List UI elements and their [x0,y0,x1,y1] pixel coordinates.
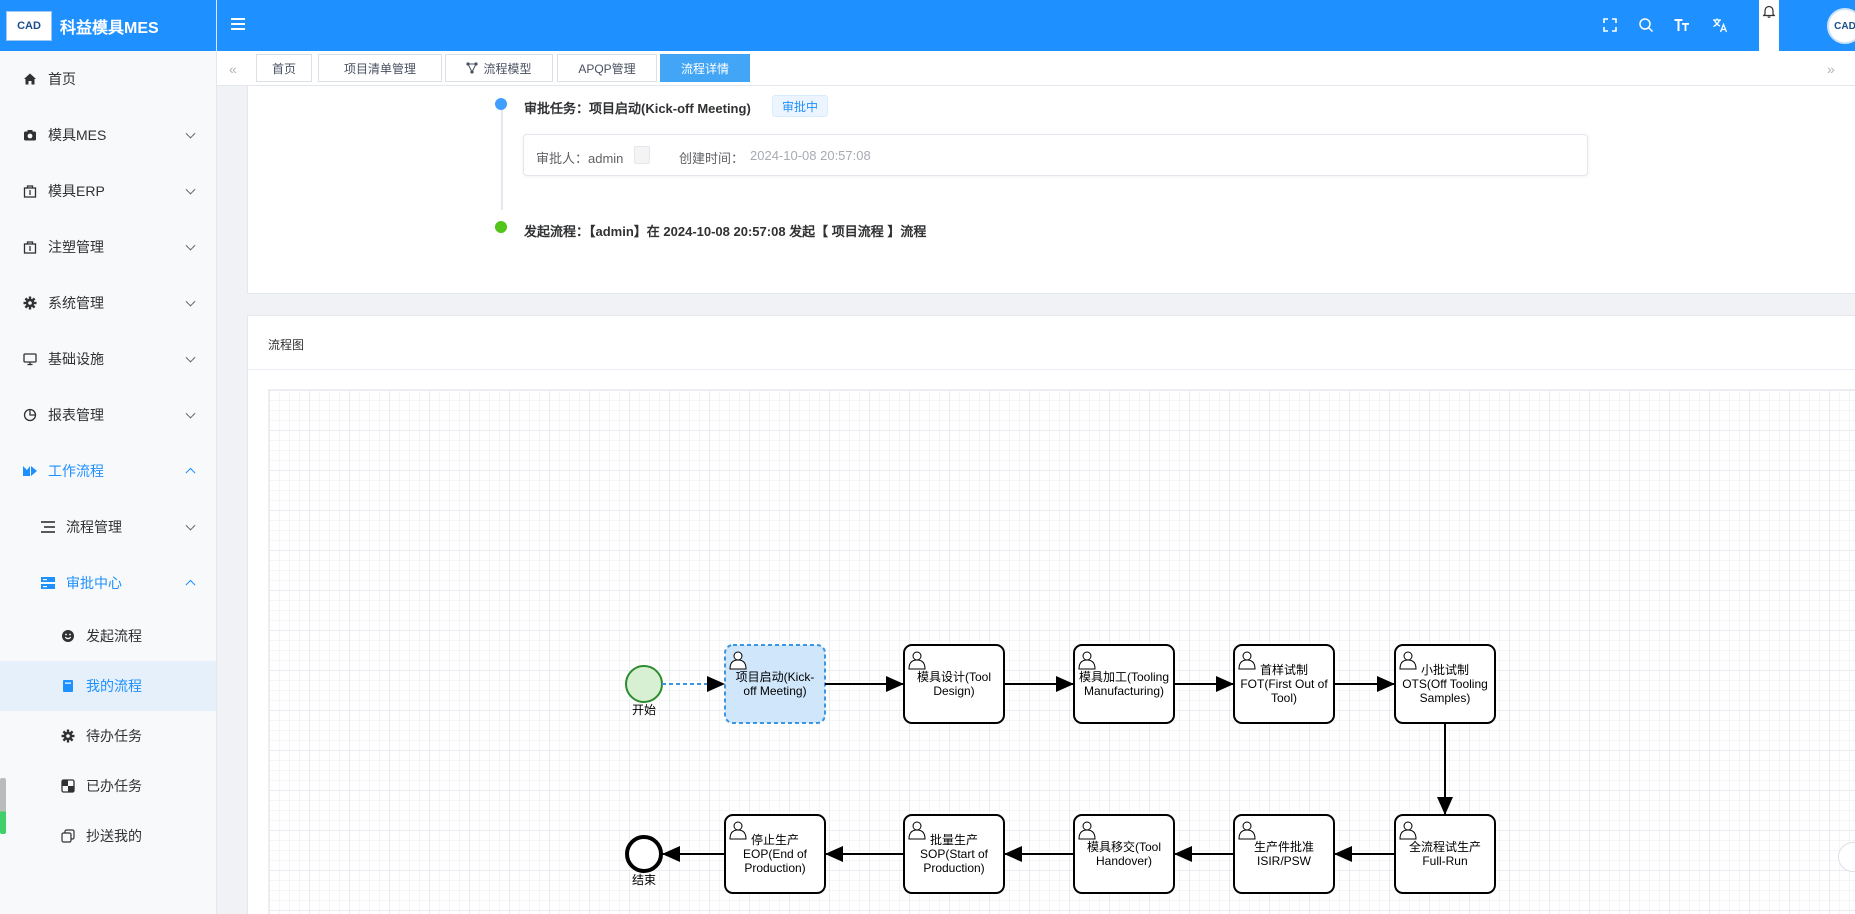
timeline-dot-pending [495,98,507,110]
home-icon [22,71,38,87]
chevron-down-icon [185,240,196,251]
tabs-bar: « 首页 项目清单管理 流程模型 APQP管理 流程详情 » [217,51,1855,86]
approval-task-title: 审批任务：项目启动(Kick-off Meeting) [524,101,751,116]
sidebar-item-label: 注塑管理 [48,239,104,255]
timeline-dot-done [495,221,507,233]
sidebar-item-label: 发起流程 [86,628,142,644]
app-title: 科益模具MES [60,19,159,37]
tab-process-detail[interactable]: 流程详情 [660,54,750,82]
diagram-card-header: 流程图 [248,316,1855,370]
tab-label: 流程模型 [483,61,532,76]
translate-icon[interactable] [1711,16,1729,34]
chevron-down-icon [185,296,196,307]
sidebar-item-mold-mes[interactable]: 模具MES [0,107,216,163]
status-badge: 审批中 [772,95,828,117]
sidebar-item-system[interactable]: 系统管理 [0,275,216,331]
server-icon [40,575,56,591]
sidebar-item-label: 流程管理 [66,519,122,535]
sidebar-item-label: 基础设施 [48,351,104,367]
sidebar-item-label: 审批中心 [66,575,122,591]
approver-box: 审批人：admin 创建时间： 2024-10-08 20:57:08 [523,134,1588,176]
fullscreen-icon[interactable] [1601,16,1619,34]
sidebar-item-my-process[interactable]: 我的流程 [0,661,216,711]
sidebar-item-reports[interactable]: 报表管理 [0,387,216,443]
created-time: 2024-10-08 20:57:08 [750,148,871,163]
sidebar-item-todo-tasks[interactable]: 待办任务 [0,711,216,761]
sidebar-item-injection[interactable]: 注塑管理 [0,219,216,275]
monitor-icon [22,351,38,367]
bag-icon [22,239,38,255]
tab-label: 首页 [271,61,296,76]
tab-project-list[interactable]: 项目清单管理 [318,54,442,82]
tab-label: APQP管理 [578,61,636,76]
sidebar-item-process-management[interactable]: 流程管理 [0,499,216,555]
sidebar-item-start-process[interactable]: 发起流程 [0,611,216,661]
sidebar-item-mold-erp[interactable]: 模具ERP [0,163,216,219]
sidebar-item-home[interactable]: 首页 [0,51,216,107]
logo-image: CAD [6,10,52,41]
top-header: CAD [217,0,1855,51]
created-label: 创建时间： [679,151,745,166]
flow-icon [466,62,479,74]
start-process-text: 发起流程：【admin】在 2024-10-08 20:57:08 发起【 项目… [524,224,927,239]
approver-tag [634,146,650,164]
chevron-down-icon [185,520,196,531]
sidebar-item-approval-center[interactable]: 审批中心 [0,555,216,611]
chevron-up-icon [185,579,196,590]
chevron-down-icon [185,408,196,419]
menu-toggle-icon[interactable] [231,18,245,30]
sidebar-item-label: 已办任务 [86,778,142,794]
list-icon [40,519,56,535]
camera-icon [22,127,38,143]
sidebar-item-label: 工作流程 [48,463,104,479]
scroll-indicator[interactable] [0,778,6,834]
tabs-scroll-left-icon[interactable]: « [229,61,237,77]
bag-icon [22,183,38,199]
avatar[interactable]: CAD [1827,8,1855,44]
sidebar-item-label: 系统管理 [48,295,104,311]
sidebar-item-label: 模具MES [48,127,107,143]
diagram-canvas[interactable] [268,389,1855,914]
timeline-line [501,110,503,210]
checker-icon [60,778,76,794]
sidebar-item-done-tasks[interactable]: 已办任务 [0,761,216,811]
copy-icon [60,828,76,844]
gear-icon [22,295,38,311]
chevron-down-icon [185,184,196,195]
tab-apqp[interactable]: APQP管理 [557,54,657,82]
sidebar-item-label: 待办任务 [86,728,142,744]
chevron-up-icon [185,467,196,478]
diagram-title: 流程图 [268,338,305,352]
sidebar-item-label: 首页 [48,71,76,87]
chevron-down-icon [185,128,196,139]
chevron-down-icon [185,352,196,363]
gear-icon [60,728,76,744]
sidebar: CAD 科益模具MES 首页 模具MES 模具ERP 注塑管理 系统管理 基础设… [0,0,217,914]
sidebar-item-infrastructure[interactable]: 基础设施 [0,331,216,387]
notification-tab[interactable] [1759,0,1779,51]
timeline-card [247,86,1855,294]
sidebar-item-label: 模具ERP [48,183,105,199]
sidebar-item-cc-me[interactable]: 抄送我的 [0,811,216,861]
tab-label: 流程详情 [680,61,729,76]
tabs-scroll-right-icon[interactable]: » [1827,61,1835,77]
workflow-icon [22,463,38,479]
font-size-icon[interactable] [1673,16,1691,34]
sidebar-item-label: 报表管理 [48,407,104,423]
bell-icon [1762,5,1776,18]
book-icon [60,678,76,694]
sidebar-item-workflow[interactable]: 工作流程 [0,443,216,499]
tab-process-model[interactable]: 流程模型 [445,54,553,82]
tab-label: 项目清单管理 [343,61,416,76]
tab-home[interactable]: 首页 [256,54,312,82]
search-icon[interactable] [1637,16,1655,34]
sidebar-item-label: 抄送我的 [86,828,142,844]
sidebar-item-label: 我的流程 [86,678,142,694]
approver-label: 审批人：admin [536,151,624,166]
diagram-card: 流程图 [247,315,1855,914]
smile-icon [60,628,76,644]
logo[interactable]: CAD 科益模具MES [0,0,216,51]
pie-icon [22,407,38,423]
